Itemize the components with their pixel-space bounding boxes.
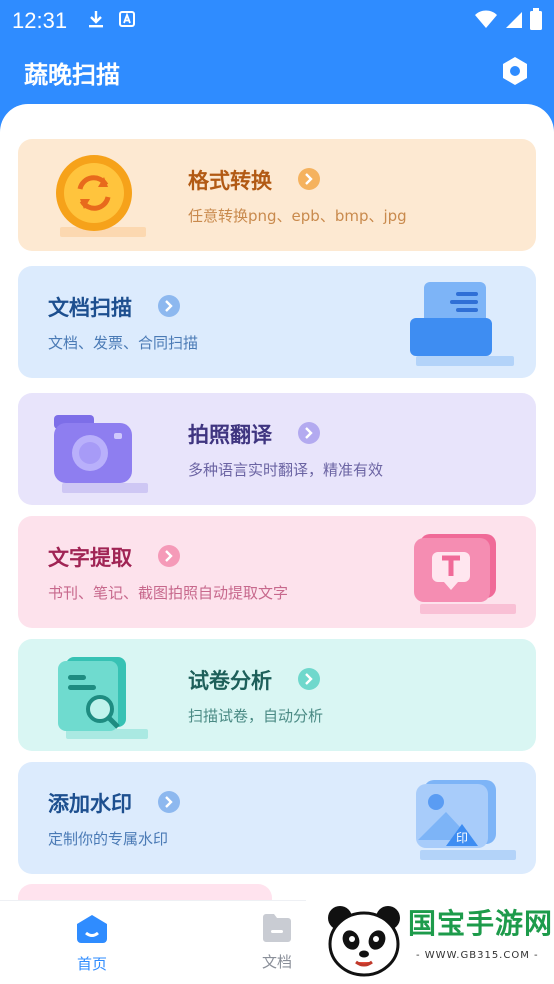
chevron-right-icon (298, 422, 320, 444)
card-title: 添加水印 (48, 792, 132, 816)
card-desc: 任意转换png、epb、bmp、jpg (188, 207, 407, 225)
chevron-right-icon (158, 295, 180, 317)
content-sheet: 格式转换 任意转换png、epb、bmp、jpg 文档扫描 文档、发票、合同扫描 (0, 104, 554, 984)
app-title: 蔬晚扫描 (24, 60, 120, 89)
text-extract-icon (410, 530, 516, 624)
gear-icon (499, 55, 531, 91)
settings-button[interactable] (498, 56, 532, 90)
scanner-icon (406, 278, 516, 374)
chevron-right-icon (298, 168, 320, 190)
nav-item-home[interactable]: 首页 (52, 913, 132, 974)
watermark-image-icon: 印 (410, 776, 516, 870)
nav-label: 首页 (76, 955, 107, 973)
camera-icon (52, 409, 148, 503)
signal-icon (504, 9, 524, 33)
panda-logo-icon (326, 904, 402, 982)
chevron-right-icon (158, 545, 180, 567)
wifi-icon (474, 9, 498, 33)
card-document-scan[interactable]: 文档扫描 文档、发票、合同扫描 (18, 266, 536, 378)
card-desc: 文档、发票、合同扫描 (48, 334, 199, 352)
card-title: 拍照翻译 (188, 423, 272, 447)
download-icon (87, 9, 105, 33)
card-title: 格式转换 (188, 169, 272, 193)
card-text-extract[interactable]: 文字提取 书刊、笔记、截图拍照自动提取文字 (18, 516, 536, 628)
card-desc: 扫描试卷，自动分析 (188, 707, 324, 725)
app-bar: 蔬晚扫描 (0, 42, 554, 102)
card-title: 文字提取 (48, 546, 132, 570)
card-title: 文档扫描 (48, 296, 132, 320)
status-time: 12:31 (12, 8, 68, 33)
battery-icon (530, 8, 542, 34)
folder-icon (261, 913, 293, 947)
card-desc: 定制你的专属水印 (48, 830, 169, 848)
card-photo-translate[interactable]: 拍照翻译 多种语言实时翻译，精准有效 (18, 393, 536, 505)
watermark-text: 国宝手游网 (408, 907, 554, 940)
exam-search-icon (56, 655, 148, 749)
nav-label: 文档 (261, 953, 292, 971)
status-bar: 12:31 (0, 0, 554, 42)
home-icon (75, 913, 109, 949)
convert-coin-icon (54, 153, 146, 247)
card-format-convert[interactable]: 格式转换 任意转换png、epb、bmp、jpg (18, 139, 536, 251)
watermark-url: - WWW.GB315.COM - (416, 950, 539, 961)
notification-a-icon (119, 11, 136, 31)
card-desc: 书刊、笔记、截图拍照自动提取文字 (48, 584, 289, 602)
chevron-right-icon (298, 668, 320, 690)
card-title: 试卷分析 (188, 669, 272, 693)
card-add-watermark[interactable]: 添加水印 定制你的专属水印 印 (18, 762, 536, 874)
card-desc: 多种语言实时翻译，精准有效 (188, 461, 384, 479)
svg-text:印: 印 (456, 831, 468, 845)
nav-item-documents[interactable]: 文档 (237, 913, 317, 972)
chevron-right-icon (158, 791, 180, 813)
card-exam-analysis[interactable]: 试卷分析 扫描试卷，自动分析 (18, 639, 536, 751)
site-watermark: 国宝手游网 - WWW.GB315.COM - (306, 892, 554, 984)
